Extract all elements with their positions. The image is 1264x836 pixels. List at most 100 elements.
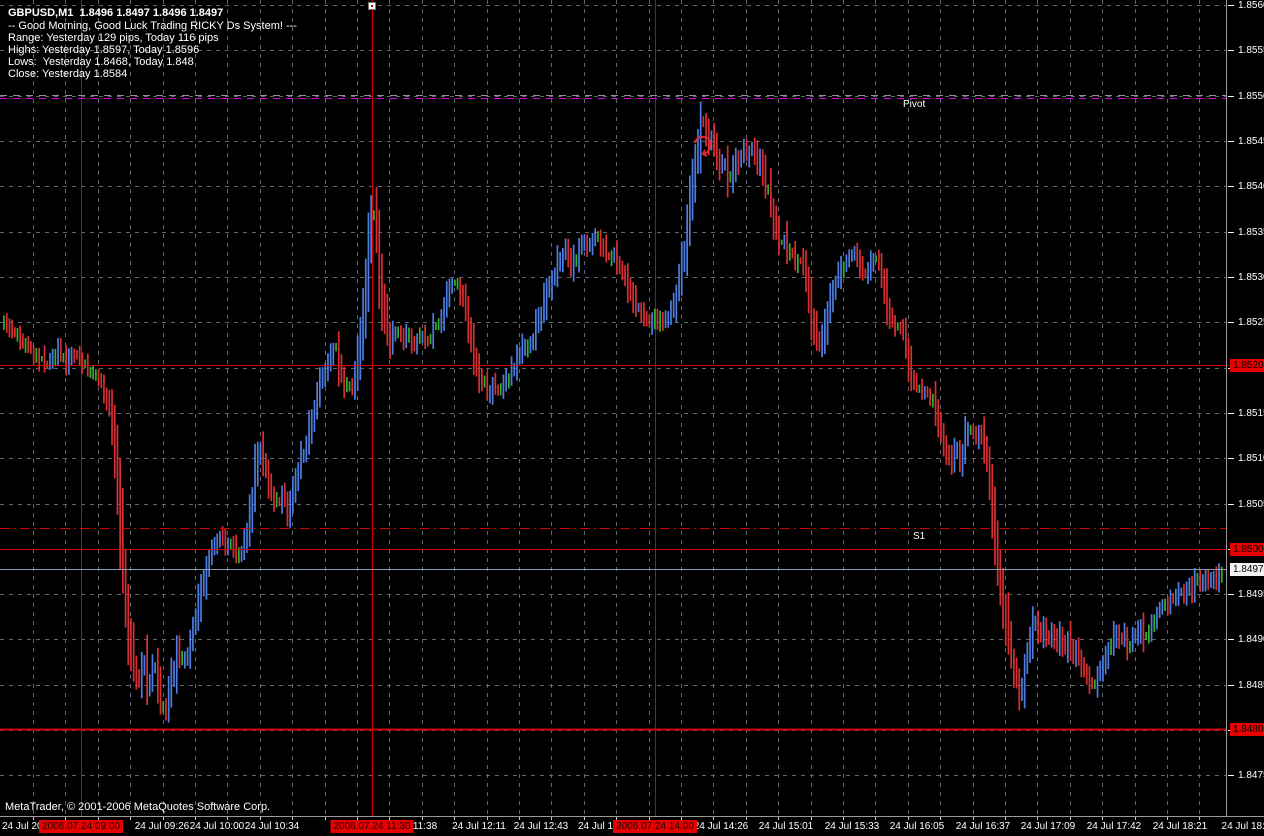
price-bar (1096, 666, 1099, 698)
price-bar (394, 326, 397, 342)
price-bar (718, 148, 721, 181)
price-axis-tick (1228, 277, 1234, 278)
price-bar (54, 348, 57, 367)
price-bar (3, 315, 5, 330)
price-bar (1080, 649, 1083, 678)
price-bar (1091, 677, 1093, 690)
price-bar (594, 228, 597, 247)
time-axis-label: 24 Jul 15:01 (758, 821, 814, 832)
price-bar (16, 328, 19, 342)
price-bar (556, 245, 559, 288)
price-bar (1115, 624, 1118, 649)
price-bar (980, 424, 983, 445)
price-bar (305, 435, 308, 463)
time-axis-tick (973, 817, 974, 820)
price-bar (543, 282, 545, 323)
price-bar (499, 383, 502, 396)
price-bar (618, 256, 621, 275)
metatrader-chart-window: 1.8560 1.8555 1.8550 1.8545 1.8540 1.8535 1.85… (0, 0, 1264, 836)
price-bar (11, 319, 13, 339)
price-bar (1099, 660, 1102, 682)
time-axis-tick (227, 817, 228, 820)
price-bar (859, 249, 861, 279)
price-bar (170, 657, 173, 708)
price-bar (1002, 567, 1004, 629)
price-axis-label: 1.8475 (1238, 770, 1264, 781)
price-bar (356, 335, 359, 391)
price-bar (251, 487, 254, 533)
price-bar (940, 411, 942, 443)
price-bar (562, 247, 564, 273)
price-bar (864, 268, 867, 279)
price-bar (138, 669, 140, 688)
price-bar (599, 229, 602, 257)
price-bar (1172, 593, 1174, 604)
price-bar (30, 341, 32, 354)
price-bar (616, 240, 618, 275)
price-bar (815, 310, 818, 351)
price-bar (526, 339, 529, 358)
price-bar (891, 307, 894, 328)
price-bar (224, 529, 227, 556)
price-bar (551, 270, 553, 301)
price-bar (934, 381, 937, 426)
price-bar (686, 204, 688, 276)
price-axis-label: 1.8495 (1238, 589, 1264, 600)
price-bar (378, 209, 381, 310)
price-bar (529, 336, 532, 354)
price-bar (1018, 668, 1021, 711)
price-bar (313, 399, 316, 432)
time-axis-label: 24 Jul 16:05 (889, 821, 945, 832)
price-bar (1156, 606, 1158, 630)
price-bar (489, 385, 491, 404)
price-bar (8, 318, 11, 338)
price-bar (608, 252, 610, 261)
chart-plot-area[interactable] (0, 0, 1226, 817)
price-bar (842, 261, 845, 279)
price-bar (1142, 612, 1145, 653)
price-bar (397, 326, 399, 339)
price-bar (343, 366, 345, 399)
price-bar (1042, 616, 1045, 649)
price-bar (670, 300, 672, 326)
price-bar (589, 237, 591, 252)
time-axis-tick (454, 817, 455, 820)
price-bar (1069, 620, 1072, 662)
price-bar (78, 345, 81, 366)
price-bar (456, 277, 459, 290)
price-bar (308, 410, 310, 455)
price-bar (856, 242, 859, 268)
price-bar (1004, 594, 1007, 646)
price-bar (807, 266, 810, 314)
price-bar (837, 261, 840, 289)
time-axis-label: 24 Jul 17:42 (1086, 821, 1142, 832)
price-bar (340, 354, 343, 383)
price-bar (767, 184, 769, 195)
price-bar (791, 247, 794, 259)
price-bar (73, 348, 76, 364)
price-bar (964, 415, 967, 464)
price-bar (991, 463, 994, 539)
price-bar (1112, 620, 1115, 656)
price-axis-label: 1.8540 (1238, 181, 1264, 192)
price-bar (1121, 632, 1123, 645)
price-bar (329, 343, 332, 372)
price-bar (613, 247, 616, 263)
price-bar (273, 486, 275, 512)
pivot-line-label: Pivot (903, 99, 926, 110)
price-bar (975, 426, 977, 445)
price-bar (221, 526, 224, 546)
price-bar (143, 655, 146, 676)
price-bar (275, 492, 278, 508)
price-bar (1021, 677, 1023, 701)
price-bar (472, 323, 475, 375)
price-bar (410, 328, 413, 354)
price-bar (651, 312, 653, 335)
price-bar (875, 255, 877, 263)
price-bar (186, 647, 189, 666)
vline-selection-handle[interactable] (368, 2, 376, 10)
price-bar (454, 279, 456, 286)
price-bar (1088, 666, 1091, 695)
session-time-badge: 2006.07.24 14:00 (613, 820, 697, 833)
price-bar (146, 634, 148, 705)
